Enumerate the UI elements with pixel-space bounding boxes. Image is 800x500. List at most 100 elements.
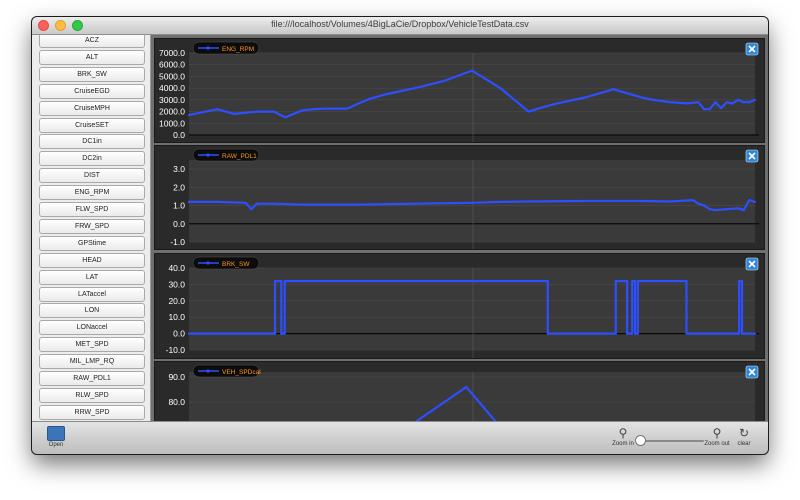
data-point — [738, 280, 741, 283]
variable-button-lat[interactable]: LAT — [39, 269, 145, 285]
zoom-slider-thumb[interactable] — [635, 435, 646, 446]
variable-button-head[interactable]: HEAD — [39, 252, 145, 268]
y-tick-label: 80.0 — [168, 397, 185, 407]
data-point — [465, 385, 468, 389]
data-point — [335, 107, 338, 110]
data-point — [187, 332, 191, 335]
variable-button-raw_pdl1[interactable]: RAW_PDL1 — [39, 371, 145, 386]
data-point — [625, 280, 629, 283]
data-point — [280, 332, 283, 335]
close-chart-button[interactable] — [745, 365, 759, 379]
data-point — [386, 92, 389, 96]
data-point — [584, 96, 587, 99]
data-point — [740, 280, 744, 283]
open-label: Open — [48, 442, 64, 448]
variable-button-lataccel[interactable]: LATaccel — [39, 286, 145, 302]
variable-button-flw_spd[interactable]: FLW_SPD — [39, 202, 145, 217]
data-point — [301, 109, 304, 112]
variable-button-dist[interactable]: DIST — [39, 168, 145, 184]
data-point — [714, 209, 717, 212]
y-tick-label: 40.0 — [168, 263, 185, 273]
variable-button-rlw_spd[interactable]: RLW_SPD — [39, 387, 145, 403]
legend[interactable]: ENG_RPM — [192, 41, 260, 55]
data-point — [250, 208, 253, 211]
legend-label: BRK_SW — [222, 261, 250, 268]
variable-button-lonaccel[interactable]: LONaccel — [39, 320, 145, 336]
data-point — [625, 332, 629, 335]
data-point — [614, 280, 617, 283]
legend[interactable]: RAW_PDL1 — [192, 148, 260, 162]
variable-button-frw_spd[interactable]: FRW_SPD — [39, 218, 145, 234]
chart-svg: 7000.0 6000.05000.0 4000.0 3000.0 2000.01000… — [159, 41, 759, 142]
close-chart-button[interactable] — [745, 42, 759, 56]
chart-svg: 40.0 30.0 20.0 10.0 0.0 -10.0 BRK_SW — [166, 256, 759, 358]
data-point — [369, 97, 372, 100]
data-point — [204, 110, 208, 113]
chart-panel-brk_sw: 40.0 30.0 20.0 10.0 0.0 -10.0 BRK_SW — [154, 253, 765, 359]
zoom-out-button[interactable]: ⚲ Zoom out — [702, 426, 732, 448]
zoom-in-button[interactable]: ⚲ Zoom in — [609, 426, 637, 448]
legend[interactable]: BRK_SW — [192, 256, 260, 270]
data-point — [738, 332, 741, 335]
data-point — [584, 199, 587, 203]
variable-button-met_spd[interactable]: MET_SPD — [39, 337, 145, 353]
data-point — [414, 202, 417, 205]
zoom-slider-track[interactable] — [636, 440, 704, 442]
variable-button-alt[interactable]: ALT — [39, 49, 145, 65]
legend-label: RAW_PDL1 — [222, 153, 257, 160]
variable-button-dc1in[interactable]: DC1in — [39, 134, 145, 150]
data-point — [555, 102, 558, 105]
chart-svg: 90.0 80.0 VEH_SPDcal — [168, 364, 759, 421]
variable-button-cruisemph[interactable]: CruiseMPH — [39, 100, 145, 116]
data-point — [702, 204, 706, 207]
variable-button-acz[interactable]: ACZ — [39, 35, 145, 48]
data-point — [669, 200, 672, 203]
zoom-out-label: Zoom out — [704, 441, 730, 447]
close-chart-button[interactable] — [745, 257, 759, 271]
data-point — [312, 108, 315, 111]
data-point — [697, 101, 700, 104]
variable-button-dc2in[interactable]: DC2in — [39, 151, 145, 167]
data-point — [469, 280, 472, 283]
variable-button-mil_lmp_rq[interactable]: MIL_LMP_RQ — [39, 354, 145, 370]
folder-icon — [47, 426, 65, 441]
variable-button-brk_sw[interactable]: BRK_SW — [39, 66, 145, 82]
clear-button[interactable]: ↻ clear — [734, 427, 754, 448]
data-point — [633, 332, 637, 335]
variable-button-gpstime[interactable]: GPStime — [39, 235, 145, 251]
close-chart-button[interactable] — [745, 149, 759, 163]
chart-svg: 3.0 2.0 1.0 0.0 -1.0 RAW_PDL1 — [170, 148, 759, 249]
data-point — [187, 200, 191, 204]
variable-button-lon[interactable]: LON — [39, 303, 145, 319]
y-tick-label: 0.0 — [173, 130, 185, 140]
variable-button-cruiseset[interactable]: CruiseSET — [39, 117, 145, 133]
data-point — [748, 101, 751, 104]
data-point — [470, 201, 474, 204]
data-point — [636, 332, 639, 335]
data-point — [614, 332, 617, 335]
y-tick-label: 0.0 — [173, 329, 185, 339]
variable-button-eng_rpm[interactable]: ENG_RPM — [39, 185, 145, 201]
data-point — [255, 110, 259, 113]
data-point — [702, 108, 706, 111]
zoom-in-icon: ⚲ — [618, 426, 628, 440]
variable-button-rrw_spd[interactable]: RRW_SPD — [39, 404, 145, 420]
data-point — [283, 280, 286, 283]
data-point — [255, 202, 259, 205]
data-point — [301, 203, 304, 206]
zoom-out-icon: ⚲ — [712, 426, 722, 440]
data-point — [719, 106, 723, 110]
variable-button-cruiseegd[interactable]: CruiseEGD — [39, 83, 145, 99]
bottom-toolbar: Open ⚲ Zoom in ⚲ Zoom out ↻ clear — [32, 421, 768, 454]
data-point — [640, 199, 643, 203]
data-point — [725, 208, 728, 211]
legend[interactable]: VEH_SPDcal — [192, 364, 261, 378]
open-button[interactable]: Open — [43, 426, 69, 448]
data-point — [538, 106, 542, 110]
data-point — [753, 98, 757, 101]
data-point — [499, 87, 502, 90]
data-point — [753, 200, 757, 204]
data-point — [546, 280, 549, 283]
y-tick-label: 3000.0 — [159, 95, 185, 105]
data-point — [633, 280, 637, 283]
